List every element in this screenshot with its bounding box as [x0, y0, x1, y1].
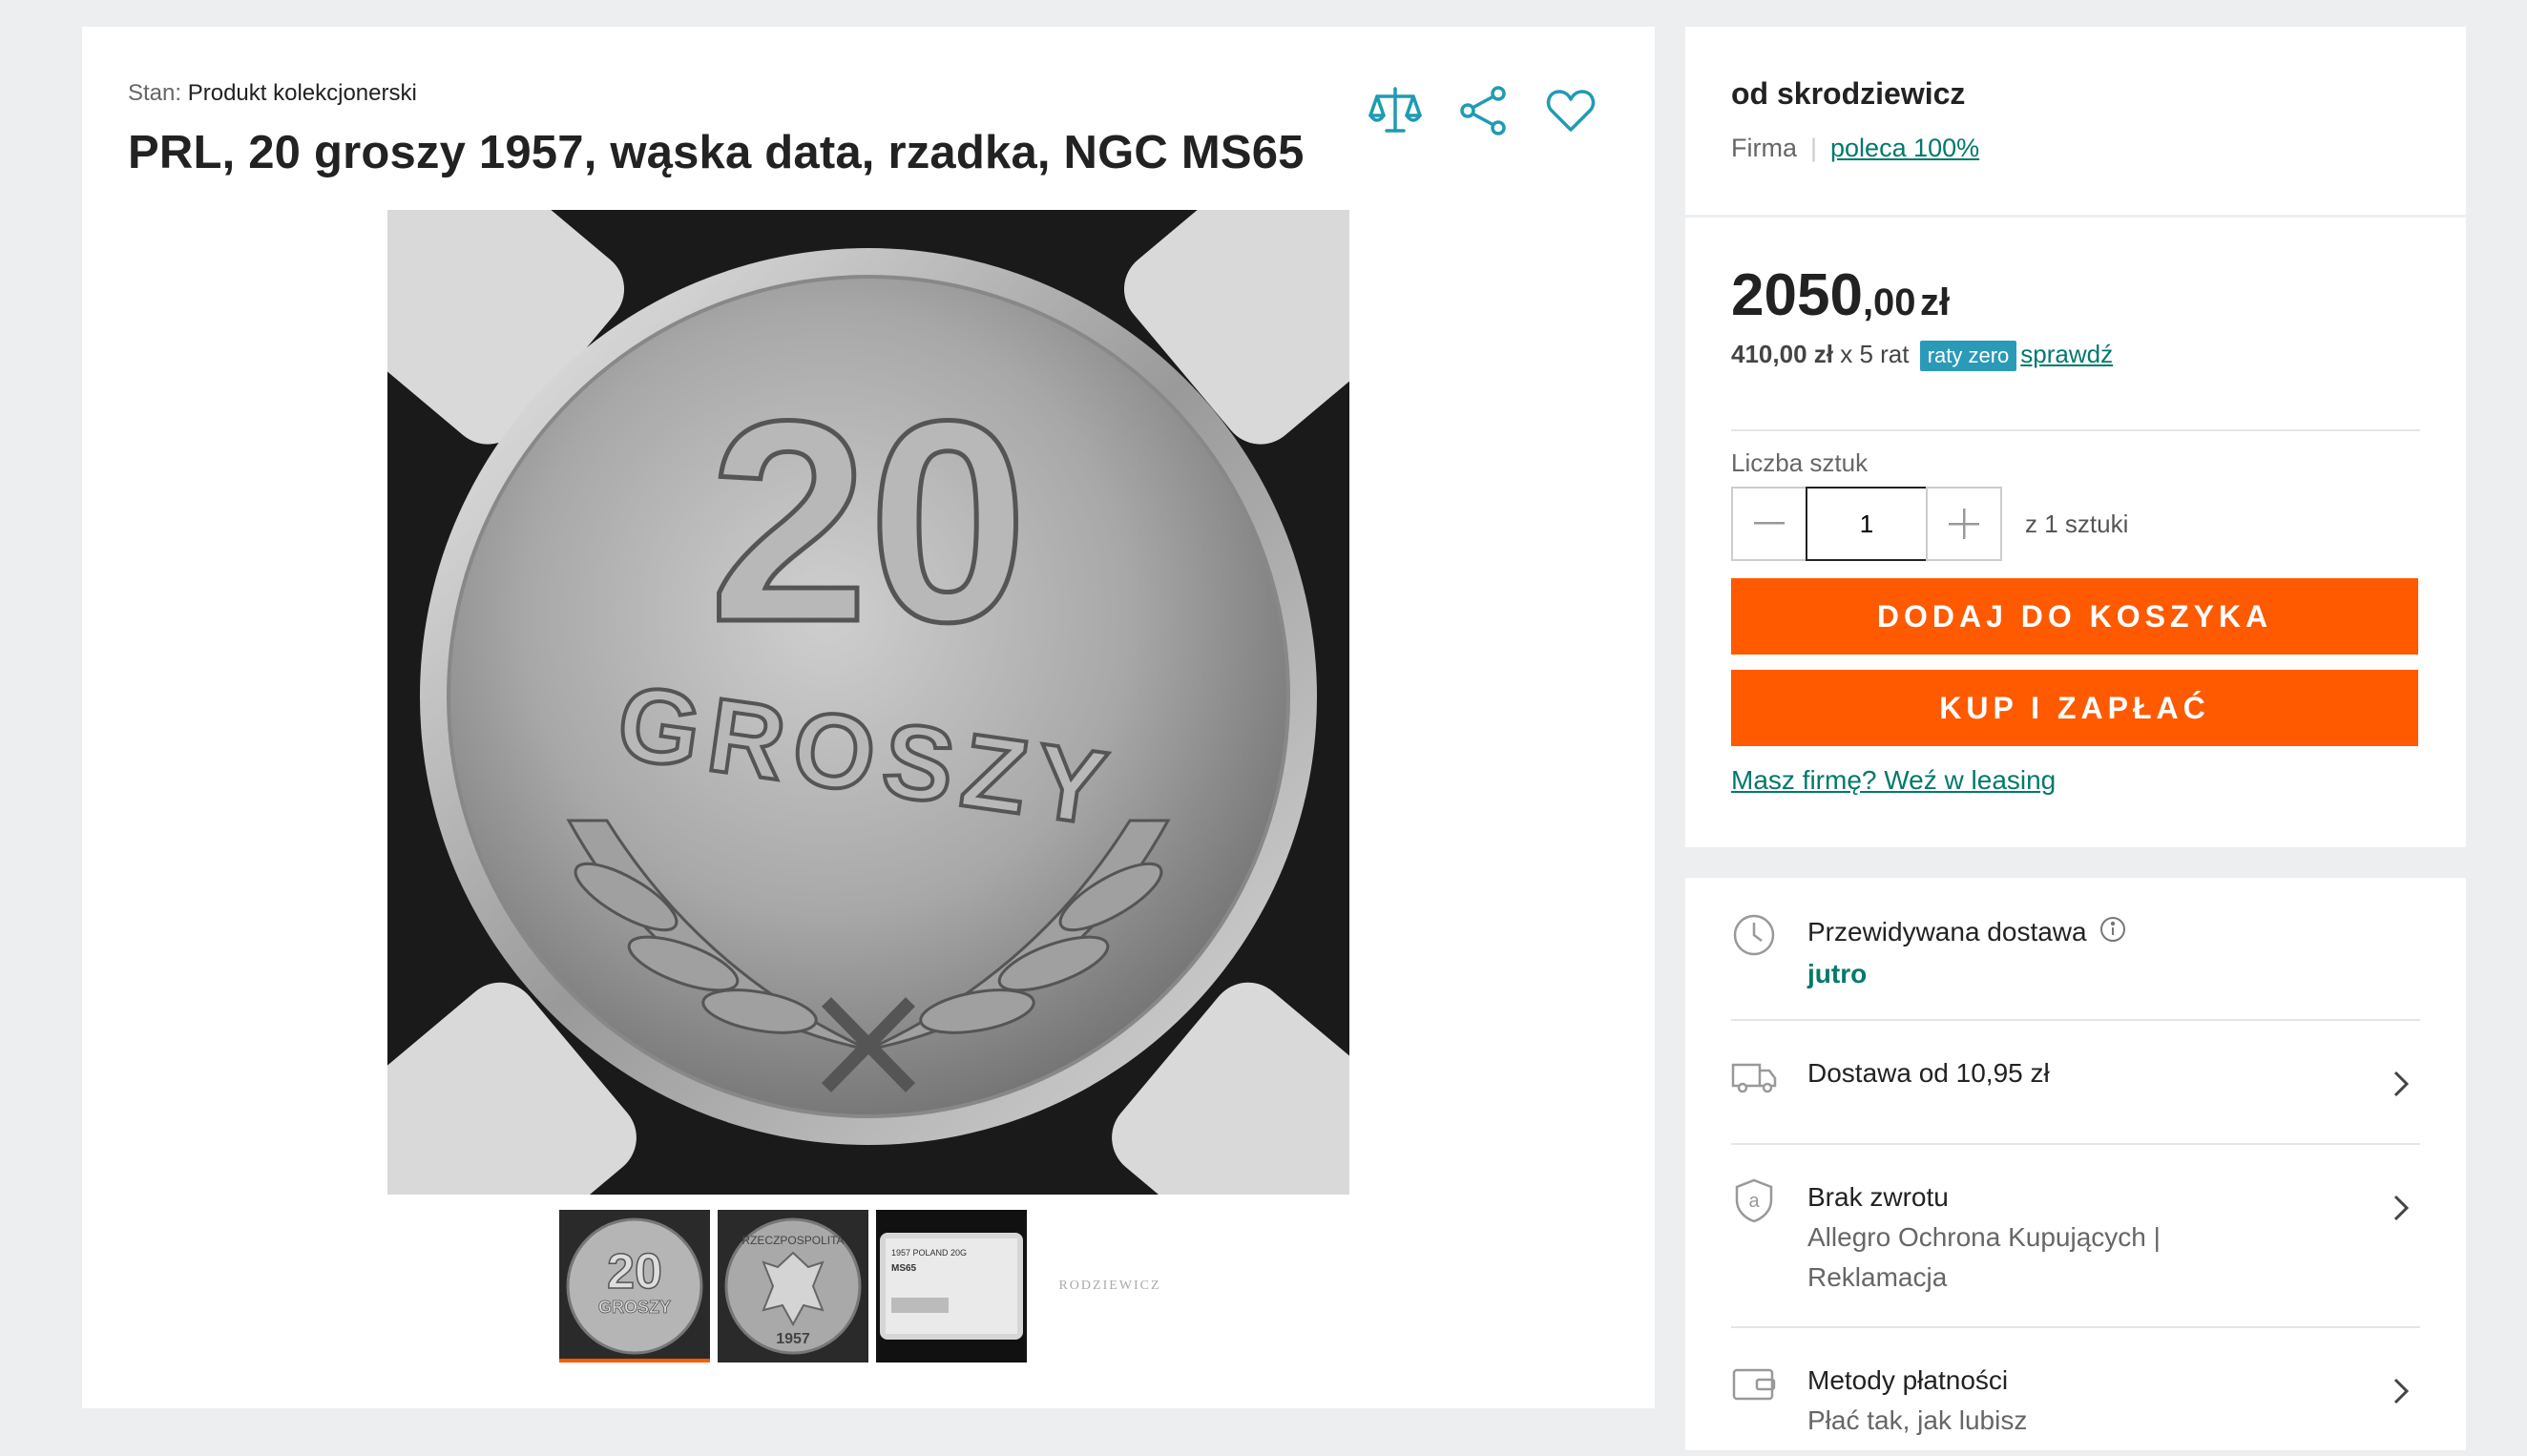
leasing-link[interactable]: Masz firmę? Weź w leasing	[1731, 765, 2056, 796]
quantity-label: Liczba sztuk	[1731, 448, 1869, 477]
slab-grade: MS65	[891, 1263, 917, 1274]
quantity-available: z 1 sztuki	[2025, 510, 2129, 538]
expected-delivery-label: Przewidywana dostawa	[1807, 917, 2087, 946]
returns-row[interactable]: a Brak zwrotu Allegro Ochrona Kupujących…	[1731, 1177, 2420, 1311]
thumbnail-strip: 20 GROSZY RZECZPOSPOLITA 1957 1957 POLAN…	[559, 1210, 1185, 1362]
add-to-cart-button[interactable]: DODAJ DO KOSZYKA	[1731, 578, 2418, 655]
logo-text: RODZIEWICZ	[1058, 1279, 1161, 1293]
product-card: Stan: Produkt kolekcjonerski PRL, 20 gro…	[82, 27, 1655, 1408]
product-title: PRL, 20 groszy 1957, wąska data, rzadka,…	[128, 127, 1305, 178]
truck-icon	[1731, 1053, 1777, 1099]
increase-quantity-button[interactable]	[1926, 487, 2002, 561]
expected-delivery-row: Przewidywana dostawa jutro	[1731, 912, 2420, 1008]
seller-meta: Firma | poleca 100%	[1731, 134, 1980, 162]
chevron-right-icon	[2393, 1378, 2410, 1409]
thumbnail-obverse[interactable]: RZECZPOSPOLITA 1957	[718, 1210, 868, 1362]
seller-type: Firma	[1731, 134, 1797, 162]
payment-label: Metody płatności	[1807, 1365, 2009, 1395]
heart-icon[interactable]	[1542, 82, 1599, 139]
compare-icon[interactable]	[1367, 82, 1424, 139]
installment-count: x 5 rat	[1840, 340, 1910, 368]
returns-label: Brak zwrotu	[1807, 1182, 1949, 1212]
buy-now-button[interactable]: KUP I ZAPŁAĆ	[1731, 670, 2418, 746]
returns-text: Brak zwrotu Allegro Ochrona Kupujących |…	[1807, 1177, 2161, 1298]
payment-methods-row[interactable]: Metody płatności Płać tak, jak lubisz	[1731, 1361, 2420, 1456]
divider	[1731, 429, 2420, 431]
divider	[1731, 1019, 2420, 1021]
seller-card: od skrodziewicz Firma | poleca 100%	[1685, 27, 2466, 215]
condition-value: Produkt kolekcjonerski	[187, 80, 417, 106]
payment-sub: Płać tak, jak lubisz	[1807, 1405, 2028, 1435]
plus-icon	[1949, 509, 1979, 539]
payment-text: Metody płatności Płać tak, jak lubisz	[1807, 1361, 2027, 1441]
chevron-right-icon	[2393, 1071, 2410, 1102]
returns-sub-1: Allegro Ochrona Kupujących |	[1807, 1222, 2161, 1252]
shield-icon: a	[1731, 1177, 1777, 1223]
delivery-card: Przewidywana dostawa jutro Dostawa od 10…	[1685, 878, 2466, 1450]
purchase-card: 2050,00 zł 410,00 zł x 5 rat raty zero sp…	[1685, 218, 2466, 847]
price-decimal: ,00	[1862, 281, 1916, 323]
thumbnail-logo: RODZIEWICZ	[1034, 1210, 1185, 1362]
divider	[1731, 1326, 2420, 1328]
info-icon[interactable]	[2099, 914, 2126, 954]
svg-text:a: a	[1748, 1191, 1760, 1212]
price: 2050,00 zł	[1731, 261, 1950, 329]
thumb-coin-value: 20	[607, 1244, 662, 1300]
thumbnail-slab[interactable]: 1957 POLAND 20G MS65	[876, 1210, 1027, 1362]
thumbnail-reverse[interactable]: 20 GROSZY	[559, 1210, 710, 1362]
shipping-row[interactable]: Dostawa od 10,95 zł	[1731, 1053, 2420, 1139]
divider	[1731, 1143, 2420, 1145]
quantity-input[interactable]	[1806, 487, 1928, 561]
seller-name[interactable]: od skrodziewicz	[1731, 76, 1965, 112]
seller-rating-link[interactable]: poleca 100%	[1830, 134, 1979, 162]
share-icon[interactable]	[1454, 82, 1512, 139]
expected-delivery-value: jutro	[1807, 958, 1868, 988]
thumb-year: 1957	[776, 1331, 810, 1347]
price-currency: zł	[1920, 281, 1951, 323]
condition: Stan: Produkt kolekcjonerski	[128, 80, 417, 107]
minus-icon	[1754, 522, 1785, 525]
condition-label: Stan:	[128, 80, 182, 106]
clock-icon	[1731, 912, 1777, 958]
decrease-quantity-button[interactable]	[1731, 487, 1807, 561]
expected-delivery-text: Przewidywana dostawa jutro	[1807, 912, 2126, 994]
chevron-right-icon	[2393, 1195, 2410, 1226]
thumb-legend: RZECZPOSPOLITA	[741, 1234, 844, 1247]
check-installments-link[interactable]: sprawdź	[2020, 340, 2113, 368]
price-integer: 2050	[1731, 262, 1863, 328]
installment-amount: 410,00 zł	[1731, 340, 1833, 368]
installments: 410,00 zł x 5 rat raty zero sprawdź	[1731, 340, 2113, 371]
thumb-coin-word: GROSZY	[598, 1298, 671, 1317]
shipping-label: Dostawa od 10,95 zł	[1807, 1058, 2050, 1088]
returns-sub-2: Reklamacja	[1807, 1262, 1948, 1292]
quantity-stepper	[1731, 487, 2002, 561]
main-product-image[interactable]: 20 GROSZY	[387, 210, 1349, 1195]
coin-value-text: 20	[709, 361, 1028, 681]
raty-zero-badge: raty zero	[1919, 341, 2017, 371]
wallet-icon	[1731, 1361, 1777, 1406]
product-actions	[1367, 82, 1599, 139]
slab-label: 1957 POLAND 20G	[891, 1248, 967, 1258]
